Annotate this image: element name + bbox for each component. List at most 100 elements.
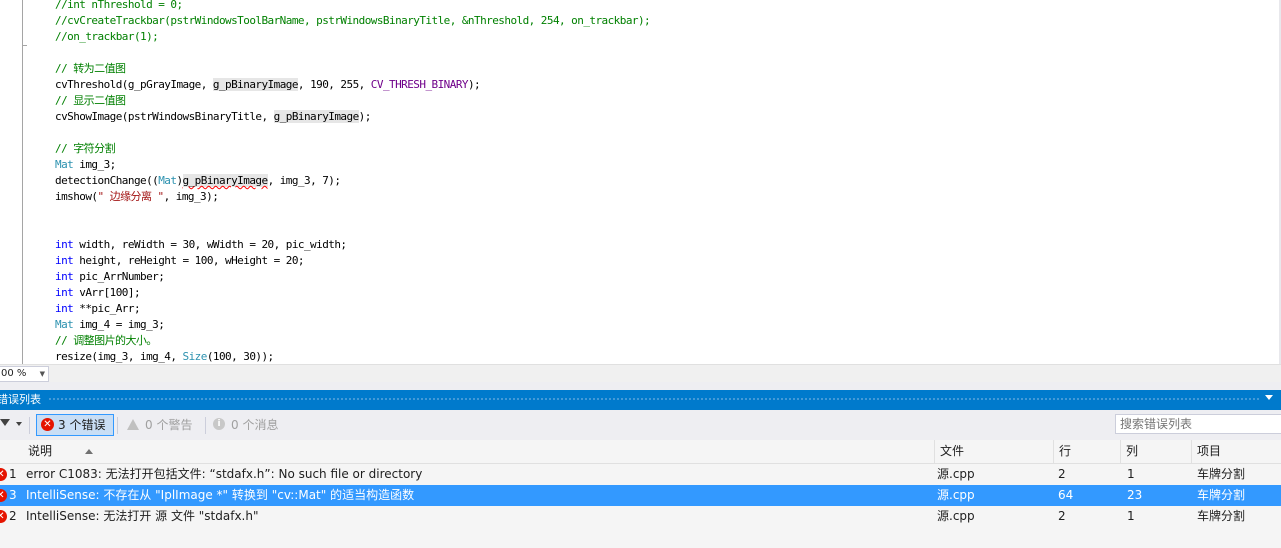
code-line[interactable]: //cvCreateTrackbar(pstrWindowsToolBarNam… [55,13,651,29]
errors-filter-button[interactable]: ✕ 3 个错误 [36,414,114,436]
code-token: img_3; [73,158,116,171]
code-token: img_4 = img_3; [73,318,165,331]
code-token: //int nThreshold = 0; [55,0,183,11]
error-number: 1 [9,467,17,481]
code-token: (100, 30)); [206,350,274,363]
error-description: IntelliSense: 无法打开 源 文件 "stdafx.h" [26,509,259,523]
editor-gutter [0,0,8,364]
code-token: int [55,254,74,267]
toolbar-separator [205,417,206,434]
code-token: " 边缘分离 " [97,190,165,203]
column-header-column[interactable]: 列 [1120,440,1191,463]
column-header-description-label: 说明 [28,444,53,458]
errors-filter-label: 3 个错误 [58,418,106,432]
warnings-filter-button[interactable]: 0 个警告 [123,415,203,435]
code-line[interactable]: imshow(" 边缘分离 ", img_3); [55,189,219,205]
code-line[interactable]: int **pic_Arr; [55,301,141,317]
error-list-header: 说明 文件 行 列 项目 [0,440,1281,464]
error-line: 64 [1058,488,1074,502]
error-list-table: 说明 文件 行 列 项目 ✕ 1 error C1083: 无法打开包括文件: … [0,440,1281,548]
messages-filter-label: 0 个消息 [231,418,279,432]
code-token: g_pBinaryImage [182,174,268,187]
code-token: CV_THRESH_BINARY [370,78,469,91]
code-token: // 调整图片的大小。 [55,334,157,347]
code-line[interactable]: // 转为二值图 [55,61,126,77]
code-line[interactable]: // 字符分割 [55,141,116,157]
code-token: //on_trackbar(1); [55,30,159,43]
code-token: , 190, 255, [297,78,371,91]
error-column: 1 [1127,509,1135,523]
code-line[interactable]: // 显示二值图 [55,93,126,109]
error-icon: ✕ [0,468,7,481]
column-header-file[interactable]: 文件 [934,440,1053,463]
code-token: , img_3); [163,190,219,203]
code-token: cvShowImage(pstrWindowsBinaryTitle, [55,110,274,123]
code-token: Size [182,350,208,363]
code-line[interactable]: resize(img_3, img_4, Size(100, 30)); [55,349,274,364]
column-header-description[interactable]: 说明 [22,440,934,463]
error-file: 源.cpp [937,467,975,481]
warnings-filter-label: 0 个警告 [145,418,193,432]
panel-splitter[interactable] [0,382,1281,390]
filter-icon[interactable] [0,419,10,426]
error-project: 车牌分割 [1197,509,1246,523]
code-token: Mat [158,174,177,187]
code-token: int [55,270,74,283]
code-line[interactable]: int pic_ArrNumber; [55,269,165,285]
warning-icon [127,419,139,430]
code-line[interactable]: Mat img_3; [55,157,116,173]
editor-horizontal-scrollbar[interactable]: 00 % ▼ [0,364,1281,382]
code-token: ); [467,78,481,91]
error-list-toolbar: ✕ 3 个错误 0 个警告 i 0 个消息 [0,410,1281,440]
code-line[interactable]: //on_trackbar(1); [55,29,159,45]
messages-filter-button[interactable]: i 0 个消息 [210,415,290,435]
code-line[interactable]: int vArr[100]; [55,285,141,301]
code-token: // 字符分割 [55,142,116,155]
column-header-line[interactable]: 行 [1053,440,1120,463]
window-position-dropdown-icon[interactable] [1265,395,1273,400]
filter-dropdown-icon[interactable] [16,422,22,426]
error-list-title: 错误列表 [0,393,41,406]
code-line[interactable]: // 调整图片的大小。 [55,333,157,349]
title-bar-grip [48,397,1259,402]
error-column: 1 [1127,467,1135,481]
code-token: cvThreshold(g_pGrayImage, [55,78,213,91]
column-header-project[interactable]: 项目 [1191,440,1281,463]
code-line[interactable]: int width, reWidth = 30, wWidth = 20, pi… [55,237,347,253]
zoom-level-dropdown[interactable]: 00 % ▼ [0,366,49,382]
code-token: g_pBinaryImage [273,110,359,123]
error-row[interactable]: ✕ 2 IntelliSense: 无法打开 源 文件 "stdafx.h" 源… [0,506,1281,527]
code-line[interactable]: int height, reHeight = 100, wHeight = 20… [55,253,305,269]
error-description: IntelliSense: 不存在从 "IplImage *" 转换到 "cv:… [26,488,415,502]
code-token: // 显示二值图 [55,94,126,107]
info-icon: i [213,418,225,430]
error-row[interactable]: ✕ 1 error C1083: 无法打开包括文件: “stdafx.h”: N… [0,464,1281,485]
toolbar-separator [117,417,118,434]
error-line: 2 [1058,509,1066,523]
search-error-list-input[interactable] [1115,414,1281,434]
outlining-guide [22,0,23,364]
code-token: //cvCreateTrackbar(pstrWindowsToolBarNam… [55,14,651,27]
code-token: ) [176,174,183,187]
error-icon: ✕ [0,510,7,523]
code-line[interactable]: //int nThreshold = 0; [55,0,183,13]
error-icon: ✕ [41,418,54,431]
error-file: 源.cpp [937,488,975,502]
code-token: // 转为二值图 [55,62,126,75]
error-row[interactable]: ✕ 3 IntelliSense: 不存在从 "IplImage *" 转换到 … [0,485,1281,506]
error-project: 车牌分割 [1197,488,1246,502]
code-token: int [55,238,74,251]
code-token: Mat [55,158,74,171]
code-token: , img_3, 7); [267,174,341,187]
zoom-level-value: 00 % [1,368,27,379]
chevron-down-icon: ▼ [39,370,45,378]
code-token: ); [358,110,372,123]
code-editor[interactable]: //int nThreshold = 0; //cvCreateTrackbar(… [0,0,1281,364]
code-line[interactable]: cvShowImage(pstrWindowsBinaryTitle, g_pB… [55,109,371,125]
code-line[interactable]: Mat img_4 = img_3; [55,317,165,333]
code-line[interactable]: cvThreshold(g_pGrayImage, g_pBinaryImage… [55,77,481,93]
error-list-title-bar[interactable]: 错误列表 [0,390,1281,410]
error-line: 2 [1058,467,1066,481]
code-line[interactable]: detectionChange((Mat)g_pBinaryImage, img… [55,173,341,189]
error-number: 3 [9,488,17,502]
